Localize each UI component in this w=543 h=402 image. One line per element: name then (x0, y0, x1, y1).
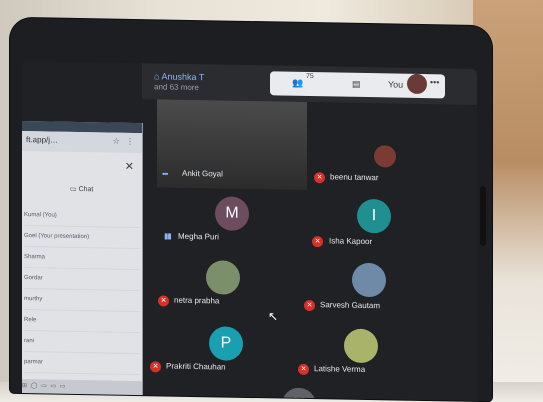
people-count: 75 (306, 72, 314, 81)
address-bar[interactable]: ft.app/j… ☆ ⋮ (22, 131, 142, 154)
list-item[interactable]: Kumal (You) (24, 205, 140, 229)
participant-name: beenu tanwar (330, 172, 379, 183)
list-item[interactable]: Rele (24, 310, 140, 334)
address-text[interactable]: ft.app/j… (26, 135, 58, 145)
chat-label: Chat (78, 185, 94, 194)
menu-dots-icon[interactable]: ••• (162, 169, 167, 178)
participant-list: Kumal (You) Goel (Your presentation) Sha… (24, 205, 140, 397)
laptop-bezel: ft.app/j… ☆ ⋮ ✕ ▭ Chat Kumal (You) Goel … (10, 17, 492, 402)
close-icon[interactable]: ✕ (125, 160, 134, 173)
avatar: I (357, 198, 391, 234)
people-icon[interactable]: 👥 (292, 78, 303, 89)
laptop-screen: ft.app/j… ☆ ⋮ ✕ ▭ Chat Kumal (You) Goel … (22, 61, 477, 401)
browser-bottom-bar: ⊞ ◯ ▭ ▭ ▭ (22, 379, 142, 396)
presenter-info: ⌂ Anushka T and 63 more (154, 71, 204, 92)
browser-toolbar-icons[interactable]: ☆ ⋮ (113, 137, 136, 146)
list-item[interactable]: Goel (Your presentation) (24, 226, 140, 250)
list-item[interactable]: Sharma (24, 247, 140, 271)
mic-off-icon: ✕ (150, 361, 161, 373)
browser-window: ft.app/j… ☆ ⋮ ✕ ▭ Chat Kumal (You) Goel … (22, 121, 143, 397)
avatar: M (215, 196, 249, 231)
avatar[interactable] (407, 73, 427, 95)
presenter-name: Anushka T (161, 71, 205, 83)
participant-name: Ankit Goyal (182, 168, 223, 179)
mic-off-icon: ✕ (304, 299, 315, 312)
bezel-hinge (480, 185, 486, 247)
mic-off-icon: ✕ (314, 172, 325, 184)
participant-name: Megha Puri (178, 231, 219, 242)
presenter-more: and 63 more (154, 82, 199, 93)
mic-off-icon: ✕ (158, 295, 169, 307)
avatar (352, 262, 386, 298)
chat-header[interactable]: ▭ Chat (70, 185, 93, 193)
list-item[interactable]: parmar (24, 352, 140, 376)
avatar (374, 145, 396, 168)
list-item[interactable]: rani (24, 331, 140, 355)
list-item[interactable]: Gordar (24, 268, 140, 292)
mouse-cursor-icon: ↖ (268, 309, 279, 324)
participant-name: Latishe Verma (314, 364, 366, 374)
avatar (206, 260, 240, 295)
speaking-icon: ▮▮ (164, 231, 171, 241)
mic-off-icon: ✕ (298, 363, 309, 376)
avatar: P (209, 326, 243, 361)
video-tile (157, 99, 307, 190)
chat-icon[interactable]: ▤ (352, 79, 361, 90)
meet-top-bar: ⌂ Anushka T and 63 more 👥 75 ▤ You ••• (142, 63, 477, 105)
participant-name: netra prabha (174, 295, 220, 306)
participant-name: Isha Kapoor (329, 236, 373, 247)
participant-name: Sarvesh Gautam (320, 300, 381, 311)
more-options-icon[interactable]: ••• (430, 77, 439, 87)
participant-name: Prakriti Chauhan (166, 361, 226, 372)
avatar (344, 328, 378, 364)
list-item[interactable]: murthy (24, 289, 140, 313)
mic-off-icon: ✕ (312, 236, 323, 248)
chat-icon: ▭ (70, 185, 79, 193)
you-label: You (388, 79, 404, 90)
